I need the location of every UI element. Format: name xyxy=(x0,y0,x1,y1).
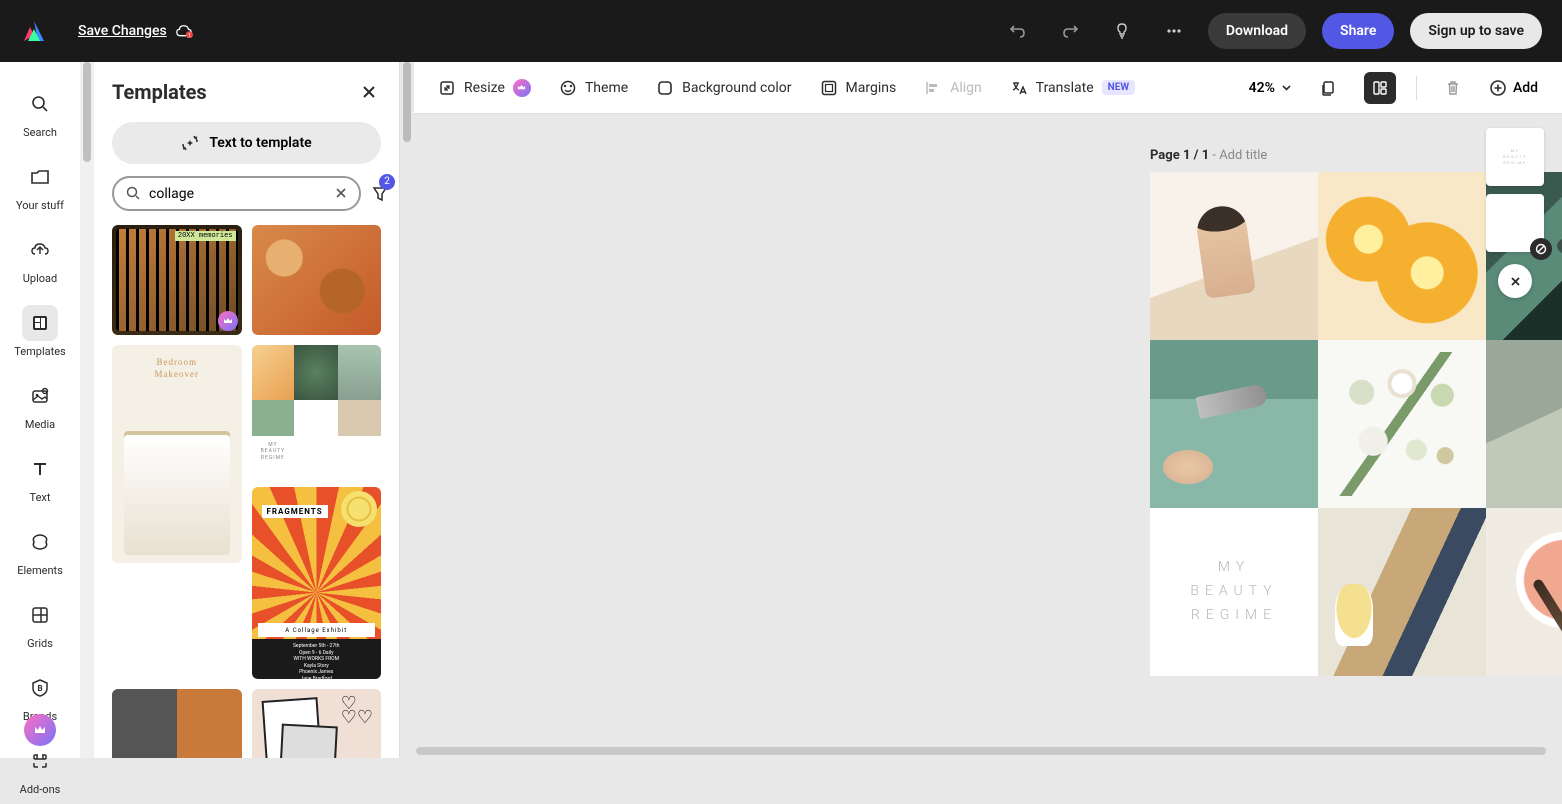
collage-cell[interactable] xyxy=(1318,340,1486,508)
page-thumb-2[interactable] xyxy=(1486,194,1544,252)
svg-text:B: B xyxy=(37,684,42,693)
panel-title: Templates xyxy=(112,80,207,104)
cloud-alert-icon: ! xyxy=(175,24,193,38)
canvas-body[interactable]: Page 1 / 1 - Add title MY BEAUTY REGIME … xyxy=(414,114,1562,758)
collage-cell[interactable] xyxy=(1486,508,1562,676)
filter-count-badge: 2 xyxy=(379,174,395,190)
text-to-template-button[interactable]: Text to template xyxy=(112,122,381,164)
template-card[interactable] xyxy=(112,689,242,758)
new-badge: NEW xyxy=(1102,80,1135,95)
rail-your-stuff[interactable]: Your stuff xyxy=(8,151,72,220)
template-card[interactable] xyxy=(252,225,382,335)
template-card[interactable]: FRAGMENTS A Collage Exhibit September 5t… xyxy=(252,487,382,679)
page-thumbnails: MY BEAUTY REGIME xyxy=(1486,128,1544,298)
resize-icon xyxy=(438,79,456,97)
hearts-icon: ♡♡♡ xyxy=(341,697,373,726)
canvas-hscroll[interactable] xyxy=(414,744,1562,758)
premium-icon xyxy=(218,311,238,331)
rail-elements[interactable]: Elements xyxy=(8,516,72,585)
collage-cell[interactable] xyxy=(1150,172,1318,340)
zoom-dropdown[interactable]: 42% xyxy=(1249,80,1292,96)
sparkle-refresh-icon xyxy=(181,134,199,152)
templates-panel: Templates Text to template 2 20XX memori… xyxy=(94,62,400,758)
collage-cell[interactable] xyxy=(1318,172,1486,340)
share-button[interactable]: Share xyxy=(1322,13,1394,49)
theme-button[interactable]: Theme xyxy=(559,79,628,97)
template-card[interactable]: ♡♡♡ xyxy=(252,689,382,758)
delete-button[interactable] xyxy=(1437,72,1469,104)
collage-cell[interactable] xyxy=(1486,340,1562,508)
margins-button[interactable]: Margins xyxy=(820,79,897,97)
more-menu-button[interactable] xyxy=(1156,13,1192,49)
rail-text[interactable]: Text xyxy=(8,443,72,512)
redo-button[interactable] xyxy=(1052,13,1088,49)
signup-button[interactable]: Sign up to save xyxy=(1410,13,1542,49)
view-toggle-button[interactable] xyxy=(1364,72,1396,104)
template-grid: 20XX memories Bedroom Makeover MY BEAUTY… xyxy=(94,225,399,758)
left-rail: Search Your stuff Upload Templates Media… xyxy=(0,62,80,758)
beauty-regime-text[interactable]: MY BEAUTY REGIME xyxy=(1190,556,1277,627)
search-input[interactable] xyxy=(149,186,327,202)
panel-scrollbar[interactable] xyxy=(400,62,414,758)
page-thumb-1[interactable]: MY BEAUTY REGIME xyxy=(1486,128,1544,186)
template-card[interactable]: 20XX memories xyxy=(112,225,242,335)
rail-media[interactable]: Media xyxy=(8,370,72,439)
canvas-area: Resize Theme Background color Margins Al… xyxy=(414,62,1562,758)
blocked-icon xyxy=(1530,238,1552,260)
bgcolor-icon xyxy=(656,79,674,97)
canvas-toolbar: Resize Theme Background color Margins Al… xyxy=(414,62,1562,114)
undo-button[interactable] xyxy=(1000,13,1036,49)
translate-button[interactable]: TranslateNEW xyxy=(1010,79,1135,97)
rail-grids[interactable]: Grids xyxy=(8,589,72,658)
premium-badge[interactable] xyxy=(24,714,56,746)
hint-button[interactable] xyxy=(1104,13,1140,49)
resize-button[interactable]: Resize xyxy=(438,79,531,97)
rail-upload[interactable]: Upload xyxy=(8,224,72,293)
collage-cell[interactable]: MY BEAUTY REGIME xyxy=(1150,508,1318,676)
page-label[interactable]: Page 1 / 1 - Add title xyxy=(1150,148,1267,163)
align-button: Align xyxy=(924,79,982,97)
align-icon xyxy=(924,79,942,97)
pages-button[interactable] xyxy=(1312,72,1344,104)
download-button[interactable]: Download xyxy=(1208,13,1306,49)
save-changes-link[interactable]: Save Changes ! xyxy=(78,23,193,39)
collage-cell[interactable] xyxy=(1318,508,1486,676)
rail-scrollbar[interactable] xyxy=(80,62,94,758)
template-card[interactable]: Bedroom Makeover xyxy=(112,345,242,563)
template-search-box[interactable] xyxy=(112,176,361,211)
rail-templates[interactable]: Templates xyxy=(8,297,72,366)
close-thumbs-button[interactable] xyxy=(1498,264,1532,298)
theme-icon xyxy=(559,79,577,97)
collage-cell[interactable] xyxy=(1150,340,1318,508)
premium-icon xyxy=(513,79,531,97)
clear-search-button[interactable] xyxy=(335,184,347,203)
filter-button[interactable]: 2 xyxy=(371,180,389,208)
margins-icon xyxy=(820,79,838,97)
bgcolor-button[interactable]: Background color xyxy=(656,79,791,97)
chevron-down-icon xyxy=(1281,82,1292,93)
top-bar: Save Changes ! Download Share Sign up to… xyxy=(0,0,1562,62)
search-icon xyxy=(126,186,141,201)
translate-icon xyxy=(1010,79,1028,97)
close-panel-button[interactable] xyxy=(357,80,381,104)
app-logo[interactable] xyxy=(20,17,48,45)
template-card[interactable]: MY BEAUTY REGIME xyxy=(252,345,382,467)
rail-search[interactable]: Search xyxy=(8,78,72,147)
plus-circle-icon xyxy=(1489,79,1507,97)
add-button[interactable]: Add xyxy=(1489,79,1538,97)
